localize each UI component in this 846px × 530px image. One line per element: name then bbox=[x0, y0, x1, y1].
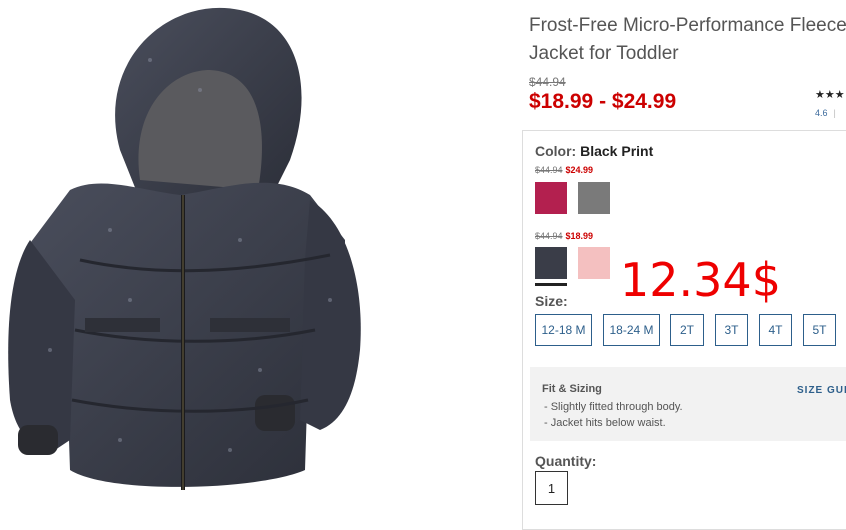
size-option-3t[interactable]: 3T bbox=[715, 314, 748, 346]
size-label: Size: bbox=[535, 293, 568, 309]
rating-stars[interactable]: ★★★ bbox=[815, 88, 845, 101]
size-option-5t[interactable]: 5T bbox=[803, 314, 836, 346]
product-title-line2: Jacket for Toddler bbox=[529, 43, 679, 64]
size-guide-link[interactable]: SIZE GUI bbox=[797, 385, 846, 396]
product-image[interactable] bbox=[0, 0, 370, 517]
color-swatch-grey-print[interactable] bbox=[578, 182, 610, 214]
product-title-line1: Frost-Free Micro-Performance Fleece bbox=[529, 15, 846, 36]
fit-detail-line: - Slightly fitted through body. bbox=[544, 401, 683, 413]
fit-detail-line: - Jacket hits below waist. bbox=[544, 417, 666, 429]
original-price: $44.94 bbox=[529, 75, 566, 89]
color-swatch-light-pink[interactable] bbox=[578, 247, 610, 279]
color-group-sale-price: $24.99 bbox=[565, 165, 594, 175]
quantity-label: Quantity: bbox=[535, 453, 597, 469]
product-title: Frost-Free Micro-Performance Fleece Jack… bbox=[529, 12, 846, 68]
sale-price-range: $18.99 - $24.99 bbox=[529, 90, 677, 113]
color-group-original-price: $44.94 bbox=[535, 231, 563, 241]
size-option-4t[interactable]: 4T bbox=[759, 314, 792, 346]
color-label-text: Color: bbox=[535, 143, 577, 159]
color-label: Color: Black Print bbox=[535, 143, 653, 159]
color-group-price: $44.94 $24.99 bbox=[535, 165, 593, 175]
color-group-price: $44.94 $18.99 bbox=[535, 231, 593, 241]
size-option-2t[interactable]: 2T bbox=[670, 314, 704, 346]
color-group-original-price: $44.94 bbox=[535, 165, 563, 175]
selected-swatch-indicator bbox=[535, 283, 567, 286]
color-group-sale-price: $18.99 bbox=[565, 231, 594, 241]
fit-sizing-title: Fit & Sizing bbox=[542, 383, 602, 395]
quantity-input[interactable]: 1 bbox=[535, 471, 568, 505]
size-option-18-24m[interactable]: 18-24 M bbox=[603, 314, 660, 346]
rating-summary[interactable]: 4.6 | bbox=[815, 108, 836, 118]
selected-color-name: Black Print bbox=[580, 143, 654, 159]
color-swatch-black-print[interactable] bbox=[535, 247, 567, 279]
overlay-price-annotation: 12.34$ bbox=[620, 253, 781, 307]
rating-separator: | bbox=[833, 108, 836, 118]
size-option-12-18m[interactable]: 12-18 M bbox=[535, 314, 592, 346]
color-swatch-magenta[interactable] bbox=[535, 182, 567, 214]
rating-value: 4.6 bbox=[815, 108, 828, 118]
